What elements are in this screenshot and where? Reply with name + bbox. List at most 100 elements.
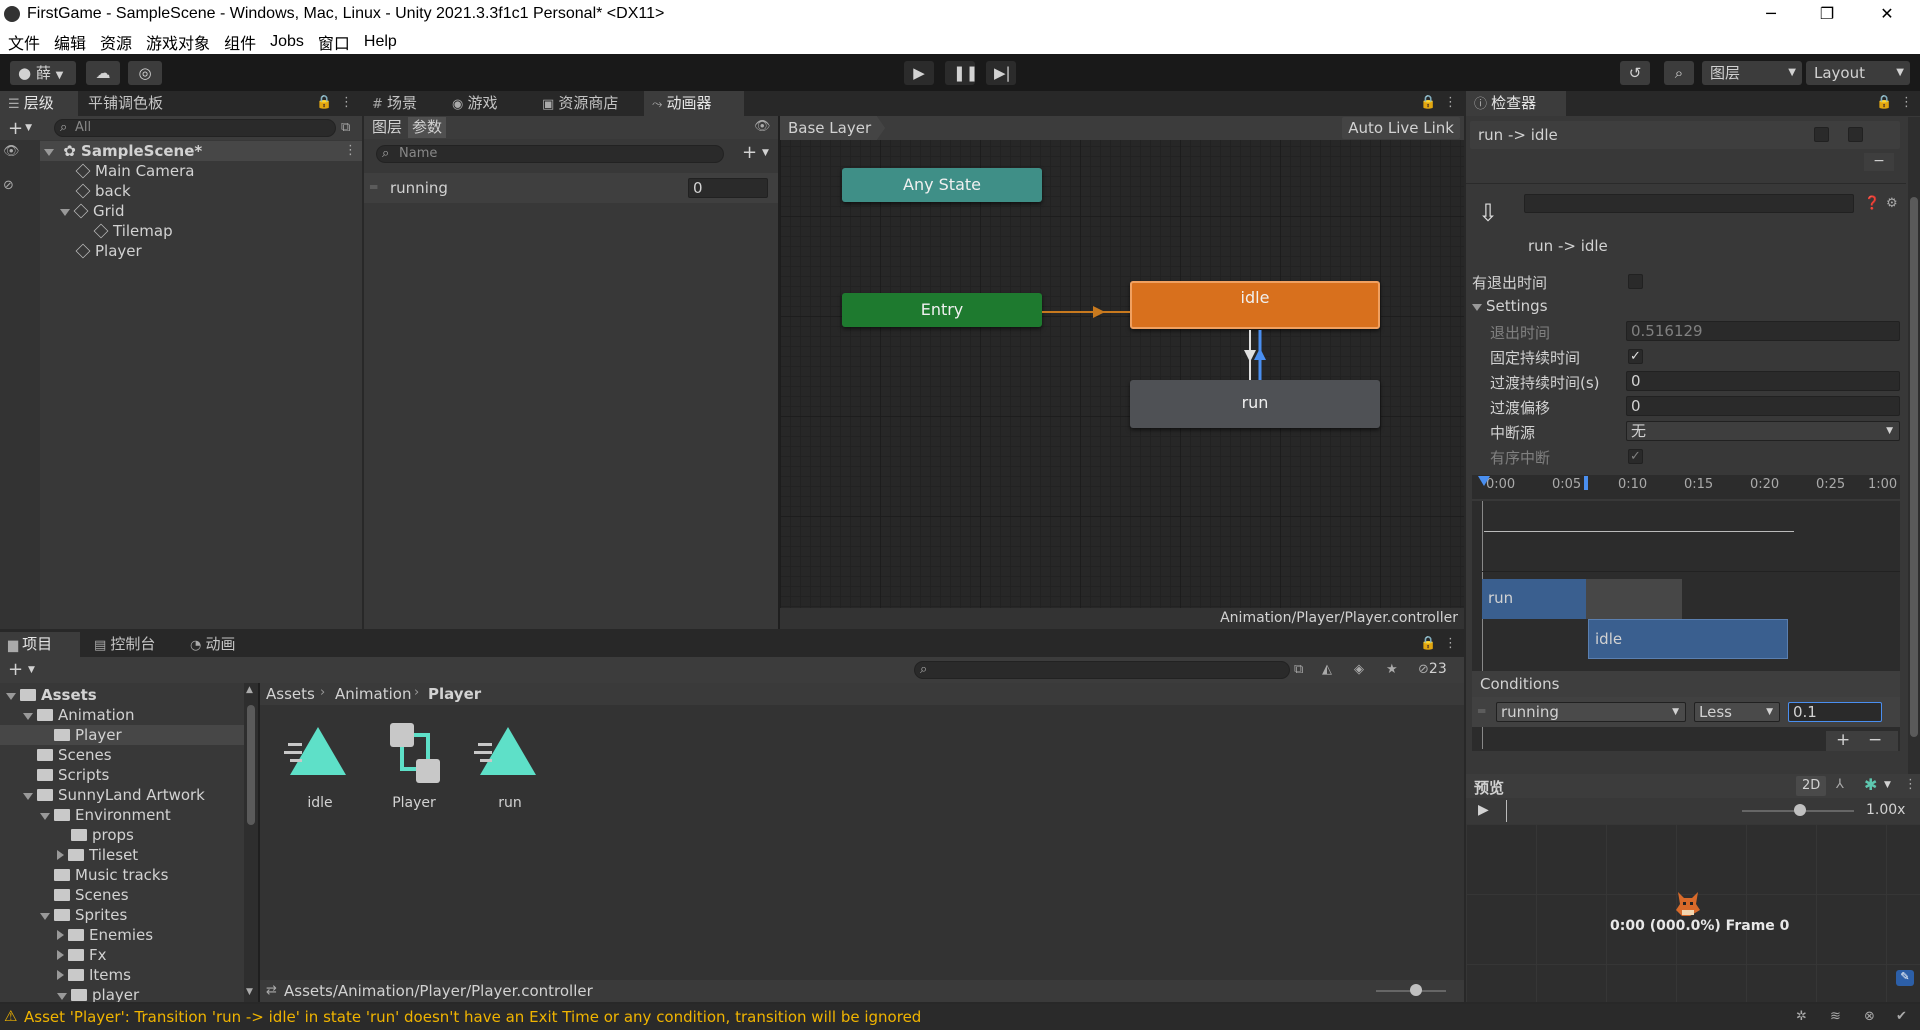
add-parameter-button[interactable]: +: [742, 142, 757, 163]
project-tree-item[interactable]: Scenes: [0, 885, 244, 905]
expand-arrow-icon[interactable]: [60, 209, 70, 216]
progress-icon[interactable]: ≋: [1830, 1009, 1841, 1024]
timeline-exit-marker[interactable]: [1584, 476, 1588, 490]
chevron-down-icon[interactable]: ▼: [28, 665, 35, 675]
tab-asset-store[interactable]: ▣ 资源商店: [534, 91, 644, 116]
chevron-down-icon[interactable]: ▼: [1884, 780, 1891, 790]
menu-jobs[interactable]: Jobs: [270, 33, 304, 51]
condition-value-input[interactable]: 0.1: [1788, 702, 1882, 722]
clip-run-bar[interactable]: run: [1482, 579, 1586, 619]
lock-icon[interactable]: 🔒: [1420, 636, 1436, 651]
scrollbar-thumb[interactable]: [247, 705, 255, 825]
chevron-down-icon[interactable]: ▼: [25, 123, 32, 133]
animator-graph[interactable]: Base Layer Auto Live Link Any State Entr…: [780, 116, 1464, 629]
search-button[interactable]: ⌕: [1664, 61, 1694, 85]
check-icon[interactable]: ✔: [1896, 1009, 1907, 1024]
account-button[interactable]: ● 薛 ▼: [10, 61, 76, 85]
preview-2d-toggle[interactable]: 2D: [1796, 776, 1827, 796]
tab-hierarchy[interactable]: ☰ 层级: [0, 91, 78, 116]
collapse-arrow-icon[interactable]: [57, 930, 64, 940]
lock-icon[interactable]: 🔒: [1876, 95, 1892, 110]
asset-idle[interactable]: idle: [284, 723, 356, 811]
tab-tile-palette[interactable]: 平铺调色板: [80, 91, 200, 116]
more-icon[interactable]: ⋮: [1904, 777, 1917, 792]
hierarchy-item-tilemap[interactable]: Tilemap: [93, 221, 173, 241]
layers-dropdown[interactable]: 图层 ▼: [1702, 61, 1802, 85]
project-tree-item[interactable]: Scenes: [0, 745, 244, 765]
project-tree-item[interactable]: Assets: [0, 685, 244, 705]
project-tree-item[interactable]: Sprites: [0, 905, 244, 925]
transition-entry-idle[interactable]: [1042, 306, 1130, 318]
filter-icon[interactable]: ⧉: [1294, 662, 1303, 677]
clip-idle-bar[interactable]: idle: [1588, 619, 1788, 659]
project-tree-item[interactable]: SunnyLand Artwork: [0, 785, 244, 805]
hierarchy-item-player[interactable]: Player: [75, 241, 142, 261]
menu-window[interactable]: 窗口: [318, 30, 350, 54]
breadcrumb-assets[interactable]: Assets: [266, 685, 315, 703]
solo-checkbox[interactable]: [1814, 127, 1829, 142]
more-icon[interactable]: ⋮: [340, 95, 353, 110]
drag-handle-icon[interactable]: ═: [370, 180, 377, 194]
expand-arrow-icon[interactable]: [40, 913, 50, 920]
fixed-duration-checkbox[interactable]: ✓: [1628, 349, 1643, 364]
project-tree-item[interactable]: Enemies: [0, 925, 244, 945]
expand-arrow-icon[interactable]: [57, 993, 67, 1000]
project-tree-item[interactable]: Music tracks: [0, 865, 244, 885]
exit-time-input[interactable]: 0.516129: [1626, 321, 1900, 341]
more-icon[interactable]: ⋮: [1900, 95, 1913, 110]
timeline-start-marker[interactable]: [1478, 476, 1490, 486]
menu-help[interactable]: Help: [364, 33, 397, 51]
lock-icon[interactable]: 🔒: [316, 95, 332, 110]
collapse-arrow-icon[interactable]: [57, 850, 64, 860]
project-tree-item[interactable]: Scripts: [0, 765, 244, 785]
eye-icon[interactable]: 👁: [3, 144, 20, 159]
add-condition-button[interactable]: +: [1836, 730, 1850, 750]
project-tree-item[interactable]: player: [0, 985, 244, 1002]
eye-icon[interactable]: 👁: [754, 119, 771, 134]
hierarchy-item-main-camera[interactable]: Main Camera: [75, 161, 194, 181]
expand-arrow-icon[interactable]: [44, 149, 54, 156]
project-tree-item[interactable]: Fx: [0, 945, 244, 965]
star-icon[interactable]: ★: [1386, 662, 1398, 677]
scene-row[interactable]: ✿ SampleScene* ⋮: [40, 141, 362, 161]
project-tree-item[interactable]: Items: [0, 965, 244, 985]
cloud-button[interactable]: ☁: [86, 61, 120, 85]
layout-dropdown[interactable]: Layout ▼: [1806, 61, 1910, 85]
transition-offset-input[interactable]: 0: [1626, 396, 1900, 416]
pause-button[interactable]: ❚❚: [945, 61, 978, 85]
minimize-button[interactable]: ─: [1748, 0, 1794, 29]
history-button[interactable]: ↺: [1620, 61, 1650, 85]
help-icon[interactable]: ❓: [1864, 196, 1880, 211]
scroll-up-icon[interactable]: ▲: [246, 685, 253, 695]
menu-file[interactable]: 文件: [8, 30, 40, 54]
preview-scrubber[interactable]: [1506, 800, 1507, 822]
breadcrumb-animation[interactable]: Animation: [335, 685, 411, 703]
pivot-icon[interactable]: ⅄: [1836, 777, 1844, 792]
debug-icon[interactable]: ✲: [1796, 1009, 1807, 1024]
scrollbar-thumb[interactable]: [1910, 197, 1918, 737]
hierarchy-item-grid[interactable]: Grid: [60, 201, 124, 221]
ordered-interruption-checkbox[interactable]: ✓: [1628, 449, 1643, 464]
hierarchy-item-back[interactable]: back: [75, 181, 131, 201]
hidden-eye-icon[interactable]: ⊘: [3, 178, 14, 193]
label-icon[interactable]: ◈: [1354, 662, 1364, 677]
transition-duration-input[interactable]: 0: [1626, 371, 1900, 391]
asset-label-icon[interactable]: ✎: [1896, 970, 1914, 986]
tab-inspector[interactable]: ⓘ 检查器: [1466, 91, 1566, 116]
menu-gameobject[interactable]: 游戏对象: [146, 30, 210, 54]
more-icon[interactable]: ⋮: [344, 143, 357, 158]
tab-project[interactable]: ▆ 项目: [0, 632, 80, 657]
close-button[interactable]: ✕: [1864, 0, 1910, 29]
collapse-arrow-icon[interactable]: [57, 970, 64, 980]
tab-console[interactable]: ▤ 控制台: [86, 632, 182, 657]
hidden-packages-button[interactable]: ⊘23: [1418, 661, 1447, 677]
status-message[interactable]: Asset 'Player': Transition 'run -> idle'…: [24, 1008, 921, 1026]
network-icon[interactable]: ⊗: [1864, 1009, 1875, 1024]
add-icon[interactable]: +: [8, 118, 23, 139]
project-tree-item[interactable]: Animation: [0, 705, 244, 725]
inspector-scrollbar[interactable]: [1908, 117, 1920, 777]
has-exit-time-checkbox[interactable]: [1628, 274, 1643, 289]
project-search-input[interactable]: [914, 661, 1290, 679]
lock-icon[interactable]: 🔒: [1420, 95, 1436, 110]
tab-animation[interactable]: ◔ 动画: [182, 632, 262, 657]
